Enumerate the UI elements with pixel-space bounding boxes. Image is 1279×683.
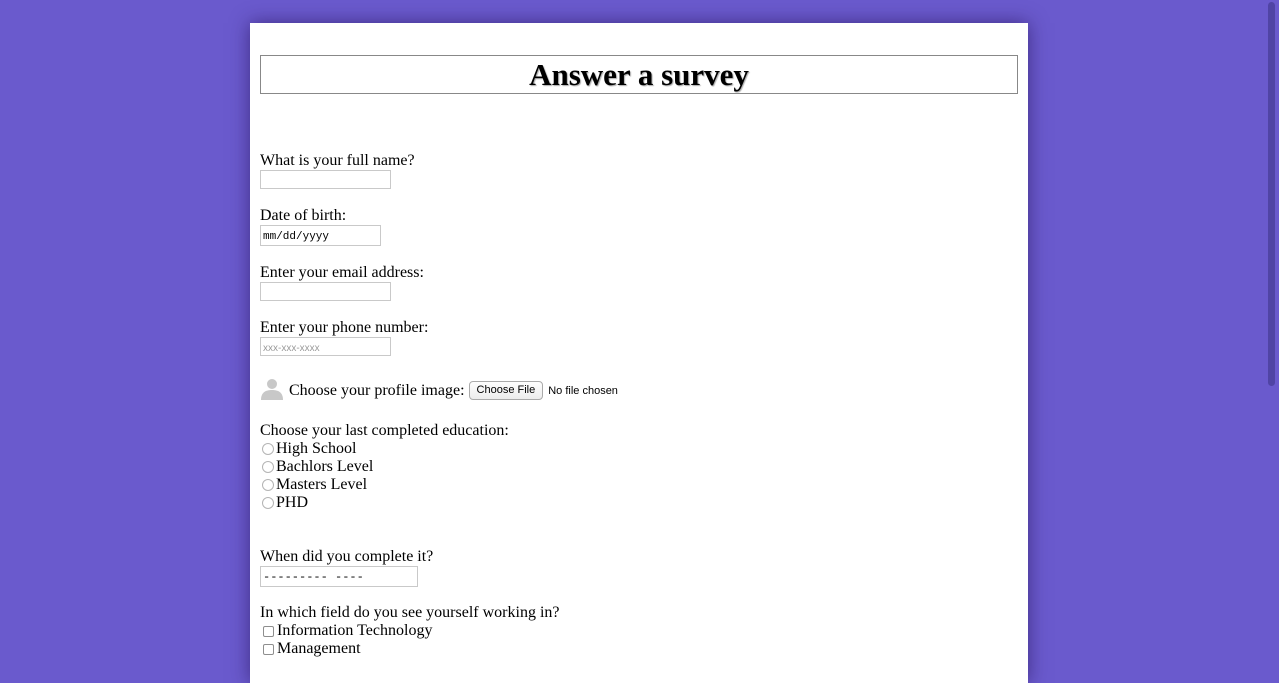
profile-image-row: Choose your profile image: Choose File N… <box>260 376 618 400</box>
radio-button[interactable] <box>262 461 274 473</box>
dob-placeholder: mm/dd/yyyy <box>263 231 330 243</box>
phone-placeholder: xxx-xxx-xxxx <box>263 343 320 354</box>
name-input[interactable] <box>260 170 391 189</box>
completed-label: When did you complete it? <box>260 548 434 565</box>
education-label: Choose your last completed education: <box>260 422 509 439</box>
checkbox[interactable] <box>263 625 274 637</box>
checkbox-option-label: Management <box>277 640 361 657</box>
radio-option-label: Masters Level <box>276 476 368 493</box>
vertical-scrollbar[interactable] <box>1268 2 1275 386</box>
page-title: Answer a survey <box>529 57 749 92</box>
email-input-value <box>261 288 263 299</box>
radio-button[interactable] <box>262 497 274 509</box>
choose-file-button[interactable]: Choose File <box>468 381 544 400</box>
email-input[interactable] <box>260 282 391 301</box>
radio-option[interactable]: Masters Level <box>260 476 367 494</box>
checkbox[interactable] <box>263 643 274 655</box>
radio-option-label: PHD <box>276 494 309 511</box>
radio-option-label: High School <box>276 440 357 457</box>
radio-option[interactable]: PHD <box>260 494 308 512</box>
name-input-value <box>261 176 263 187</box>
dob-label: Date of birth: <box>260 207 347 224</box>
completed-placeholder: --------- ---- <box>263 570 364 584</box>
phone-input[interactable]: xxx-xxx-xxxx <box>260 337 391 356</box>
radio-option[interactable]: High School <box>260 440 356 458</box>
phone-label: Enter your phone number: <box>260 319 429 336</box>
radio-option[interactable]: Bachlors Level <box>260 458 373 476</box>
radio-button[interactable] <box>262 479 274 491</box>
person-silhouette-icon <box>261 379 283 400</box>
name-label: What is your full name? <box>260 152 415 169</box>
profile-label: Choose your profile image: <box>289 382 465 399</box>
completed-input[interactable]: --------- ---- <box>260 566 418 587</box>
checkbox-option[interactable]: Information Technology <box>260 622 432 640</box>
dob-input[interactable]: mm/dd/yyyy <box>260 225 381 246</box>
radio-button[interactable] <box>262 443 274 455</box>
checkbox-option[interactable]: Management <box>260 640 361 658</box>
survey-panel: Answer a survey What is your full name? … <box>250 23 1028 683</box>
email-label: Enter your email address: <box>260 264 424 281</box>
field-label: In which field do you see yourself worki… <box>260 604 560 621</box>
file-status: No file chosen <box>548 385 618 397</box>
title-box: Answer a survey <box>260 55 1018 94</box>
checkbox-option-label: Information Technology <box>277 622 433 639</box>
radio-option-label: Bachlors Level <box>276 458 374 475</box>
